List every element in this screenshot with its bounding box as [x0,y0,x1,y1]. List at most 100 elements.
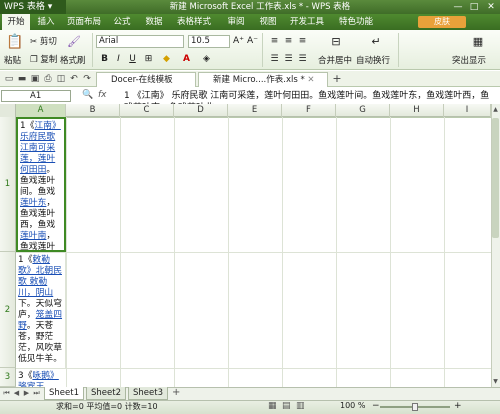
merge-center-icon[interactable]: ⊟ [328,34,344,50]
next-sheet-icon[interactable]: ▶ [22,389,31,398]
column-header-f[interactable]: F [282,104,336,117]
new-file-icon[interactable]: ▭ [3,73,15,85]
menu-developer[interactable]: 开发工具 [285,14,329,30]
column-header-a[interactable]: A [16,104,66,117]
paste-label[interactable]: 粘贴 [4,54,21,66]
copy-label: 复制 [40,55,58,65]
highlight-label[interactable]: 突出显示 [452,54,486,66]
zoom-in-icon[interactable]: + [454,401,462,411]
document-title: 新建 Microsoft Excel 工作表.xls * - WPS 表格 [169,2,351,12]
minimize-button[interactable]: — [450,0,466,14]
column-header-d[interactable]: D [174,104,228,117]
cut-button[interactable]: ✂ 剪切 [30,35,57,47]
menu-special[interactable]: 特色功能 [334,14,378,30]
cell-a1[interactable]: 1《江南》乐府民歌 江南可采莲，莲叶何田田。鱼戏莲叶间。鱼戏莲叶东，鱼戏莲叶西，… [16,117,66,252]
column-header-g[interactable]: G [336,104,390,117]
preview-icon[interactable]: ◫ [55,73,67,85]
column-header-b[interactable]: B [66,104,120,117]
column-header-h[interactable]: H [390,104,444,117]
column-header-e[interactable]: E [228,104,282,117]
align-left-icon[interactable]: ☰ [268,53,281,66]
sheet-tab-2[interactable]: Sheet2 [86,387,126,400]
align-right-icon[interactable]: ☰ [296,53,309,66]
underline-icon[interactable]: U [126,53,139,66]
align-middle-icon[interactable]: ≡ [282,35,295,48]
clear-format-icon[interactable]: ◈ [200,53,213,66]
copy-button[interactable]: ❐ 复制 [30,53,57,65]
print-icon[interactable]: ⎙ [42,73,54,85]
copy-icon: ❐ [30,55,38,65]
cell-a3[interactable]: 3《咏鹅》骆宾王 [16,369,66,387]
first-sheet-icon[interactable]: ⏮ [2,389,11,398]
cell-a2[interactable]: 1《敕勒歌》北朝民歌 敕勒川，阴山下。天似穹庐，笼盖四野。天苍苍，野茫茫，风吹草… [16,253,66,368]
scissors-icon: ✂ [30,37,38,47]
menu-insert[interactable]: 插入 [32,14,60,30]
scroll-up-icon[interactable]: ▲ [492,106,499,114]
zoom-search-icon[interactable]: 🔍 [82,90,93,100]
zoom-level[interactable]: 100 % [340,401,365,410]
menu-table-style[interactable]: 表格样式 [172,14,216,30]
select-all-corner[interactable] [0,104,16,117]
name-box[interactable]: A1 [1,90,71,102]
scroll-down-icon[interactable]: ▼ [492,378,499,386]
wrap-text-label[interactable]: 自动换行 [356,54,390,66]
grid-line [16,368,492,369]
format-painter-label[interactable]: 格式刷 [60,54,86,66]
page-layout-view-icon[interactable]: ▤ [282,401,291,411]
grow-font-icon[interactable]: A⁺ [232,35,245,48]
ribbon-divider [262,33,263,67]
tab-current-workbook[interactable]: 新建 Micro....作表.xls * ✕ [198,72,328,87]
menu-formulas[interactable]: 公式 [108,14,136,30]
paste-icon[interactable]: 📋 [6,34,23,50]
page-break-view-icon[interactable]: ▥ [296,401,305,411]
close-button[interactable]: ✕ [483,0,499,14]
skin-button[interactable]: 皮肤 [418,16,466,28]
align-bottom-icon[interactable]: ≡ [296,35,309,48]
wrap-text-icon[interactable]: ↵ [368,34,384,50]
prev-sheet-icon[interactable]: ◀ [12,389,21,398]
row-header-2[interactable]: 2 [0,252,16,368]
brush-icon[interactable]: 🖌 [66,34,82,50]
ribbon-divider [398,33,399,67]
italic-icon[interactable]: I [112,53,125,66]
border-icon[interactable]: ⊞ [142,53,155,66]
save-icon[interactable]: ▣ [29,73,41,85]
sheet-tab-1[interactable]: Sheet1 [44,387,84,400]
close-tab-icon[interactable]: ✕ [307,75,314,85]
conditional-format-icon[interactable]: ▦ [470,34,486,50]
app-menu-button[interactable]: WPS 表格 ▾ [0,0,66,14]
zoom-out-icon[interactable]: − [372,401,380,411]
bold-icon[interactable]: B [98,53,111,66]
sheet-tab-3[interactable]: Sheet3 [128,387,168,400]
column-header-c[interactable]: C [120,104,174,117]
row-header-1[interactable]: 1 [0,117,16,252]
menu-data[interactable]: 数据 [140,14,168,30]
open-icon[interactable]: ▬ [16,73,28,85]
maximize-button[interactable]: □ [466,0,482,14]
merge-center-label[interactable]: 合并居中 [318,54,352,66]
font-size-select[interactable]: 10.5 [188,35,230,48]
normal-view-icon[interactable]: ▦ [268,401,277,411]
tab-docer-templates[interactable]: Docer-在线模板 [96,72,196,87]
scrollbar-thumb[interactable] [492,118,499,238]
menu-page-layout[interactable]: 页面布局 [62,14,106,30]
redo-icon[interactable]: ↷ [81,73,93,85]
fill-color-icon[interactable]: ◆ [160,53,173,66]
menu-review[interactable]: 审阅 [222,14,250,30]
undo-icon[interactable]: ↶ [68,73,80,85]
new-tab-icon[interactable]: + [331,73,343,85]
menu-home[interactable]: 开始 [2,14,30,30]
font-name-select[interactable]: Arial [96,35,184,48]
font-color-icon[interactable]: A [180,53,193,66]
menu-view[interactable]: 视图 [254,14,282,30]
row-header-3[interactable]: 3 [0,368,16,387]
fx-icon[interactable]: fx [98,90,107,100]
zoom-slider-thumb[interactable] [412,403,418,411]
app-name: WPS 表格 [4,2,45,12]
align-top-icon[interactable]: ≡ [268,35,281,48]
last-sheet-icon[interactable]: ⏭ [32,389,41,398]
align-center-icon[interactable]: ☰ [282,53,295,66]
column-header-i[interactable]: I [444,104,491,117]
add-sheet-button[interactable]: + [172,387,180,398]
shrink-font-icon[interactable]: A⁻ [246,35,259,48]
